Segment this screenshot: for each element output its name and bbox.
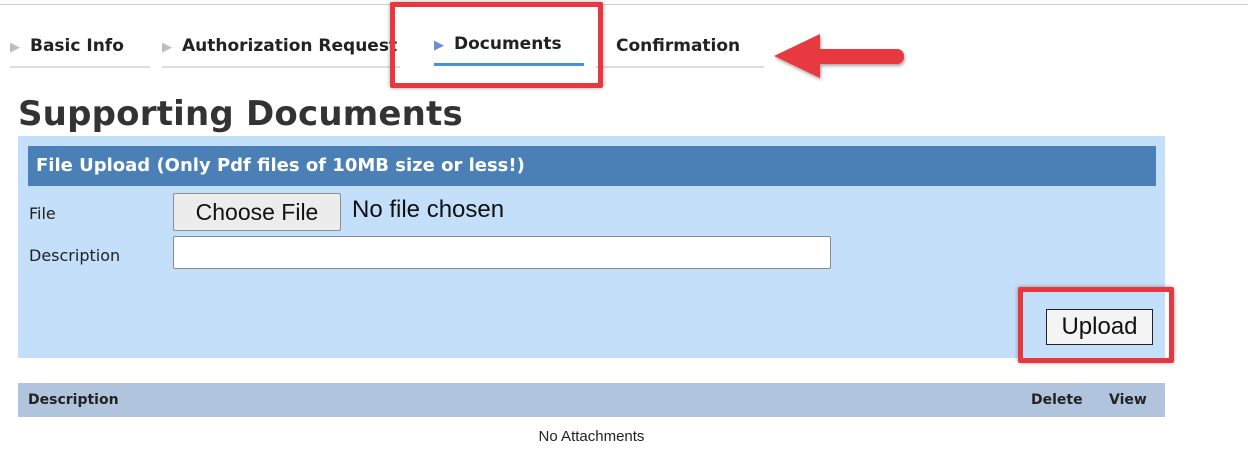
tab-label: Authorization Request: [182, 36, 398, 56]
triangle-right-icon: ▶: [10, 40, 20, 55]
page-title: Supporting Documents: [18, 94, 463, 134]
tab-authorization-request[interactable]: ▶ Authorization Request: [162, 36, 400, 68]
triangle-right-icon: ▶: [162, 40, 172, 55]
callout-arrow-icon: [774, 34, 904, 78]
upload-button-highlight: [1018, 287, 1174, 363]
tab-underline: [596, 66, 764, 68]
column-header-delete: Delete: [1031, 392, 1083, 408]
description-label: Description: [29, 246, 121, 265]
tab-label: Confirmation: [616, 36, 741, 56]
tab-basic-info[interactable]: ▶ Basic Info: [10, 36, 150, 68]
panel-header: File Upload (Only Pdf files of 10MB size…: [28, 146, 1156, 186]
choose-file-button[interactable]: Choose File: [173, 193, 341, 231]
file-status-text: No file chosen: [352, 196, 505, 223]
file-label: File: [29, 204, 56, 223]
documents-tab-highlight: [390, 2, 603, 88]
top-divider: [0, 4, 1248, 5]
tab-underline: [162, 66, 400, 68]
tab-label: Basic Info: [30, 36, 124, 56]
column-header-view: View: [1109, 392, 1147, 408]
tab-underline: [10, 66, 150, 68]
attachments-table-header: Description Delete View: [18, 383, 1165, 417]
description-input[interactable]: [173, 236, 831, 269]
tab-confirmation[interactable]: Confirmation: [596, 36, 764, 68]
column-header-description: Description: [28, 392, 119, 408]
file-upload-panel: File Upload (Only Pdf files of 10MB size…: [18, 136, 1165, 358]
empty-attachments-message: No Attachments: [538, 428, 645, 445]
